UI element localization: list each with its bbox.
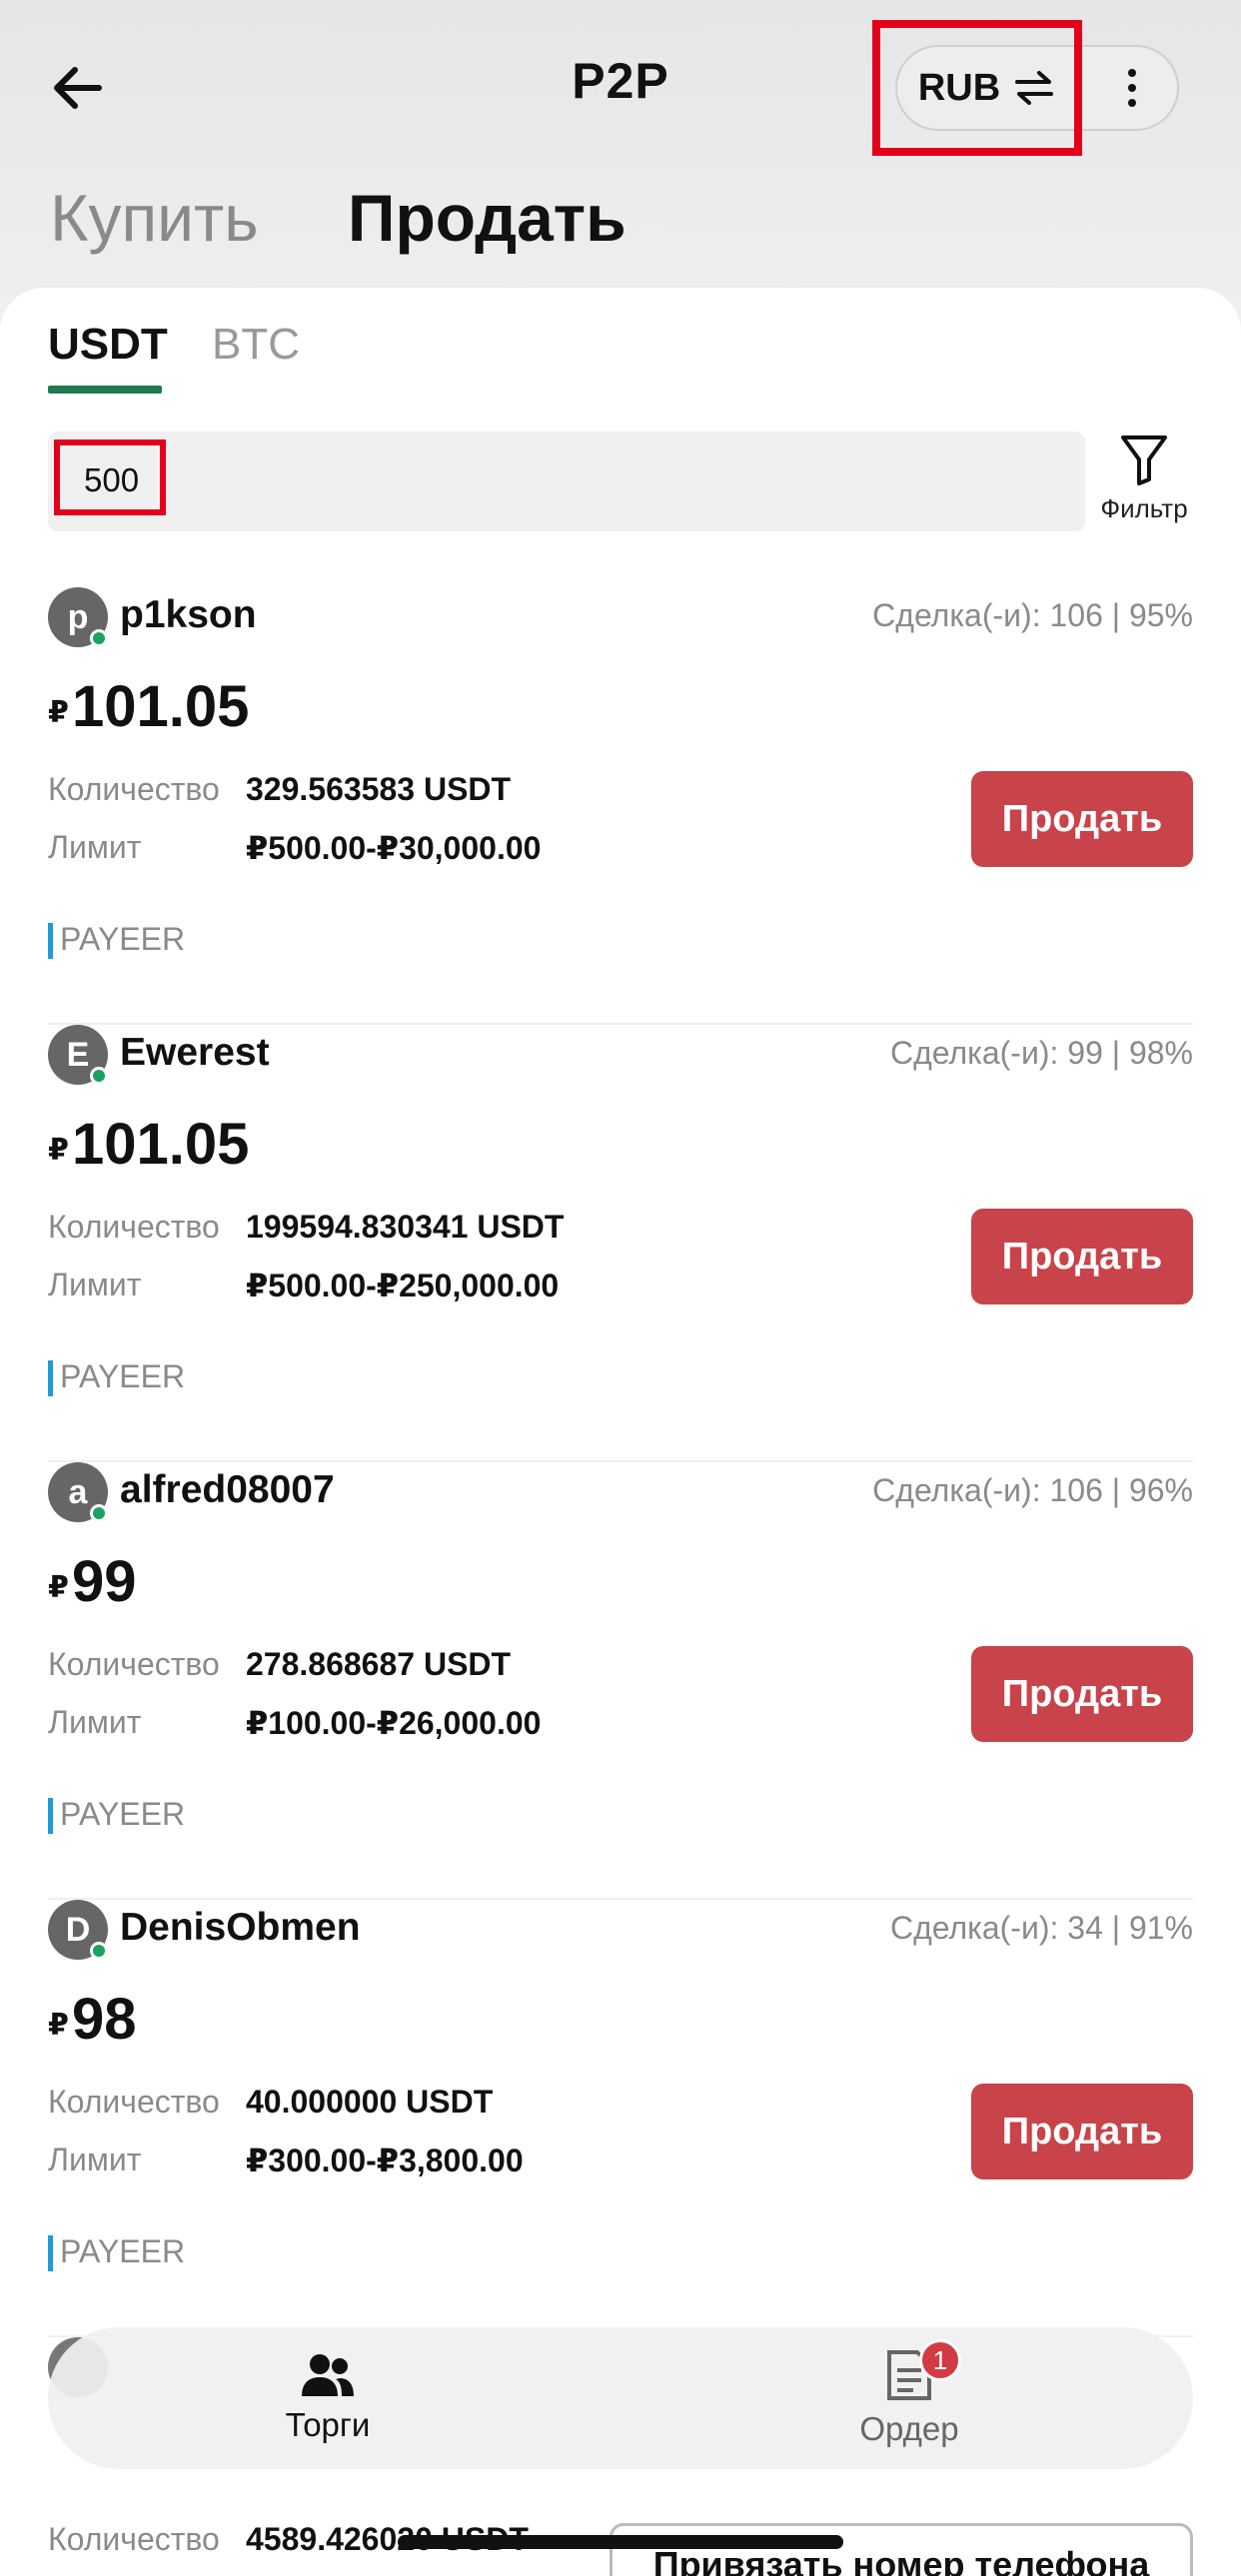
ruble-icon: ₽ — [48, 1134, 69, 1167]
payment-method: PAYEER — [60, 1796, 186, 1832]
offer-price: 101.05 — [72, 674, 250, 739]
limit-label: Лимит — [48, 1704, 142, 1740]
limit-value: ₽300.00-₽3,800.00 — [246, 2143, 524, 2178]
payment-method: PAYEER — [60, 921, 186, 957]
sell-button[interactable]: Продать — [971, 1646, 1193, 1742]
offer-card: p p1kson Сделка(-и): 106 | 95% ₽ 101.05 … — [0, 587, 1241, 1025]
header: P2P RUB Купить Продать — [0, 0, 1241, 290]
merchant-name[interactable]: p1kson — [120, 593, 257, 637]
limit-value: ₽500.00-₽30,000.00 — [246, 830, 542, 866]
merchant-name[interactable]: Ewerest — [120, 1031, 270, 1075]
bottom-nav: Торги Ордер 1 — [48, 2327, 1193, 2469]
limit-value: ₽100.00-₽26,000.00 — [246, 1705, 542, 1741]
online-status-dot — [90, 1942, 108, 1960]
funnel-icon — [1121, 435, 1167, 485]
filter-label: Фильтр — [1100, 493, 1188, 523]
offer-card: D DenisObmen Сделка(-и): 34 | 91% ₽ 98 К… — [0, 1900, 1241, 2337]
more-vertical-icon — [1128, 69, 1136, 107]
quantity-value: 329.563583 USDT — [246, 771, 512, 807]
quantity-label: Количество — [48, 771, 220, 807]
payment-method-bar — [48, 923, 53, 959]
online-status-dot — [90, 629, 108, 647]
tab-sell[interactable]: Продать — [348, 180, 626, 256]
bind-phone-button[interactable]: Привязать номер телефона — [610, 2523, 1193, 2576]
payment-method-bar — [48, 1798, 53, 1834]
merchant-stats: Сделка(-и): 106 | 96% — [872, 1472, 1193, 1508]
tab-btc[interactable]: BTC — [212, 320, 300, 370]
currency-highlight-box — [872, 20, 1082, 156]
ruble-icon: ₽ — [48, 1571, 69, 1604]
offer-price: 101.05 — [72, 1112, 250, 1177]
offer-price: 99 — [72, 1549, 137, 1614]
payment-method: PAYEER — [60, 1358, 186, 1394]
active-tab-underline — [48, 386, 162, 394]
payment-method-bar — [48, 1360, 53, 1396]
quantity-label: Количество — [48, 2521, 220, 2557]
merchant-stats: Сделка(-и): 99 | 98% — [889, 1035, 1193, 1071]
nav-trades[interactable]: Торги — [178, 2327, 478, 2469]
merchant-name[interactable]: DenisObmen — [120, 1906, 361, 1950]
limit-value: ₽500.00-₽250,000.00 — [246, 1268, 560, 1303]
home-indicator — [398, 2535, 843, 2549]
nav-orders[interactable]: Ордер 1 — [759, 2327, 1059, 2469]
sell-button[interactable]: Продать — [971, 771, 1193, 867]
quantity-value: 199594.830341 USDT — [246, 1209, 565, 1245]
limit-label: Лимит — [48, 829, 142, 865]
online-status-dot — [90, 1067, 108, 1085]
ruble-icon: ₽ — [48, 696, 69, 729]
offer-card: a alfred08007 Сделка(-и): 106 | 96% ₽ 99… — [0, 1462, 1241, 1900]
online-status-dot — [90, 1504, 108, 1522]
more-options-button[interactable] — [1087, 47, 1177, 129]
sell-button[interactable]: Продать — [971, 1209, 1193, 1304]
limit-label: Лимит — [48, 1267, 142, 1302]
payment-method-bar — [48, 2235, 53, 2271]
quantity-label: Количество — [48, 2084, 220, 2120]
tab-buy[interactable]: Купить — [50, 180, 259, 256]
merchant-stats: Сделка(-и): 106 | 95% — [872, 597, 1193, 633]
offer-price: 98 — [72, 1987, 137, 2052]
nav-orders-label: Ордер — [859, 2410, 959, 2447]
orders-badge: 1 — [919, 2339, 961, 2381]
users-icon — [302, 2354, 354, 2396]
sell-button[interactable]: Продать — [971, 2084, 1193, 2179]
quantity-value: 40.000000 USDT — [246, 2084, 494, 2120]
payment-method: PAYEER — [60, 2233, 186, 2269]
quantity-label: Количество — [48, 1209, 220, 1245]
amount-highlight-box — [54, 439, 166, 515]
amount-input[interactable] — [48, 431, 1085, 531]
merchant-stats: Сделка(-и): 34 | 91% — [889, 1910, 1193, 1946]
merchant-name[interactable]: alfred08007 — [120, 1468, 335, 1512]
quantity-label: Количество — [48, 1646, 220, 1682]
limit-label: Лимит — [48, 2142, 142, 2177]
offer-card: E Ewerest Сделка(-и): 99 | 98% ₽ 101.05 … — [0, 1025, 1241, 1462]
filter-button[interactable]: Фильтр — [1093, 431, 1195, 541]
quantity-value: 278.868687 USDT — [246, 1646, 512, 1682]
tab-usdt[interactable]: USDT — [48, 320, 168, 370]
ruble-icon: ₽ — [48, 2009, 69, 2042]
nav-trades-label: Торги — [285, 2406, 371, 2443]
